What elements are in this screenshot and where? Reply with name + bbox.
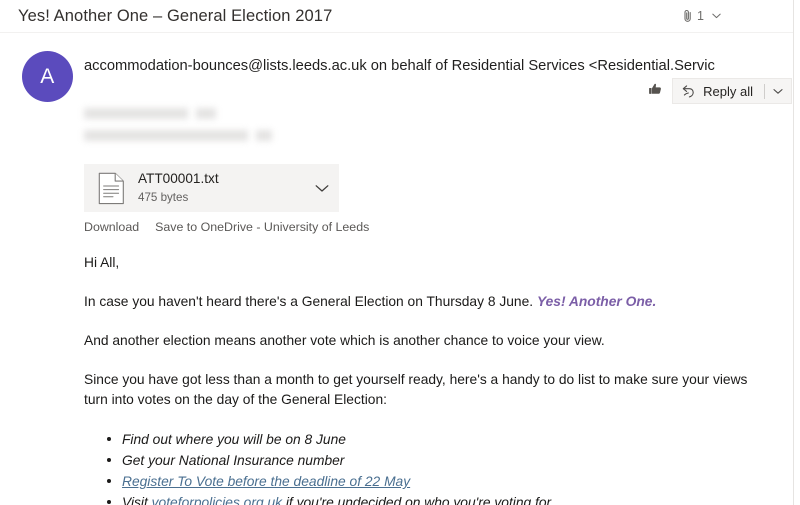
avatar[interactable]: A xyxy=(22,51,73,102)
subject-header: Yes! Another One – General Election 2017… xyxy=(0,0,793,33)
attachment-info: ATT00001.txt 475 bytes xyxy=(138,170,305,206)
body-highlight-phrase: Yes! Another One. xyxy=(536,294,657,309)
more-actions-chevron-down-icon[interactable] xyxy=(773,88,789,95)
todo-list: Find out where you will be on 8 June Get… xyxy=(84,429,784,505)
attachment-filesize: 475 bytes xyxy=(138,190,189,204)
download-link[interactable]: Download xyxy=(84,220,139,234)
sender-address-line[interactable]: accommodation-bounces@lists.leeds.ac.uk … xyxy=(84,58,793,74)
register-to-vote-link[interactable]: Register To Vote before the deadline of … xyxy=(122,474,410,489)
attachment-card[interactable]: ATT00001.txt 475 bytes xyxy=(84,164,339,212)
document-file-icon xyxy=(84,172,138,205)
avatar-initial: A xyxy=(40,64,55,88)
list-item: Visit voteforpolicies.org.uk if you're u… xyxy=(107,492,784,505)
list-item: Find out where you will be on 8 June xyxy=(107,429,784,450)
email-subject: Yes! Another One – General Election 2017 xyxy=(18,6,333,25)
message-body: Hi All, In case you haven't heard there'… xyxy=(84,253,784,505)
list-item: Register To Vote before the deadline of … xyxy=(107,471,784,492)
body-paragraph-2: And another election means another vote … xyxy=(84,333,605,348)
list-item-text: Find out where you will be on 8 June xyxy=(122,432,346,447)
pane-right-divider xyxy=(793,0,794,505)
redacted-bar xyxy=(84,108,188,119)
body-paragraph-1: In case you haven't heard there's a Gene… xyxy=(84,292,784,312)
body-paragraph-1-text: In case you haven't heard there's a Gene… xyxy=(84,294,537,309)
attachment-menu-chevron-down-icon[interactable] xyxy=(305,184,339,193)
reply-all-arrow-icon xyxy=(681,84,696,99)
redacted-recipients xyxy=(84,108,404,144)
save-to-onedrive-link[interactable]: Save to OneDrive - University of Leeds xyxy=(155,220,369,234)
list-item-text: Get your National Insurance number xyxy=(122,453,345,469)
attachment-count-indicator[interactable]: 1 xyxy=(683,9,721,23)
reply-all-button[interactable]: Reply all xyxy=(672,78,792,104)
paperclip-icon xyxy=(683,9,693,23)
toolbar-divider xyxy=(764,83,765,99)
list-item-text-post: if you're undecided on who you're voting… xyxy=(282,495,552,505)
attachment-count-label: 1 xyxy=(697,9,704,23)
list-item: Get your National Insurance number xyxy=(107,450,784,471)
voteforpolicies-link[interactable]: voteforpolicies.org.uk xyxy=(152,495,282,505)
thumbs-up-icon xyxy=(648,82,663,101)
like-button[interactable] xyxy=(638,78,672,104)
redacted-bar xyxy=(84,130,248,141)
chevron-down-icon[interactable] xyxy=(712,13,721,19)
message-actions-toolbar: Reply all xyxy=(638,78,792,104)
outlook-reading-pane: Yes! Another One – General Election 2017… xyxy=(0,0,800,505)
attachment-filename: ATT00001.txt xyxy=(138,171,219,187)
redacted-bar xyxy=(196,108,216,119)
reply-all-label: Reply all xyxy=(703,83,753,99)
redacted-bar xyxy=(256,130,272,141)
attachment-actions: Download Save to OneDrive - University o… xyxy=(84,220,369,234)
body-paragraph-3: Since you have got less than a month to … xyxy=(84,372,748,407)
list-item-text-pre: Visit xyxy=(122,495,152,505)
body-greeting: Hi All, xyxy=(84,255,120,270)
